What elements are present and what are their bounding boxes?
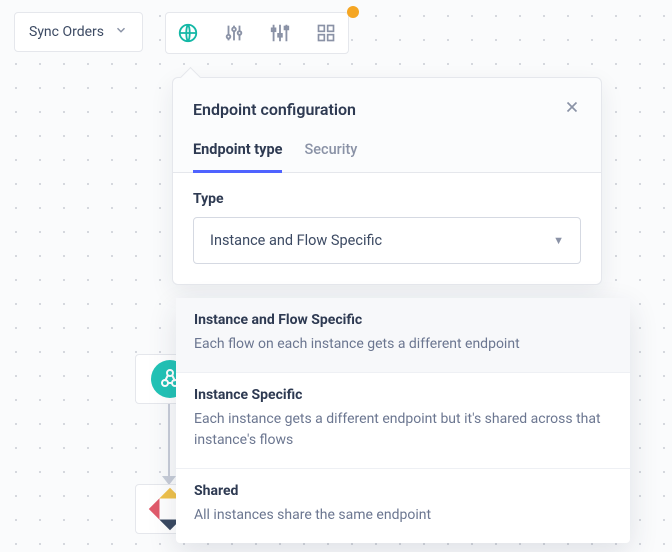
dropdown-option-shared[interactable]: Shared All instances share the same endp… xyxy=(176,468,630,543)
dropdown-option-title: Instance and Flow Specific xyxy=(194,312,612,328)
toolbar-globe-button[interactable] xyxy=(174,19,202,47)
endpoint-config-panel: Endpoint configuration Endpoint type Sec… xyxy=(172,77,602,285)
flow-selector-chip[interactable]: Sync Orders xyxy=(14,12,143,52)
tab-endpoint-type[interactable]: Endpoint type xyxy=(193,141,282,173)
close-button[interactable] xyxy=(563,98,581,121)
panel-tabs: Endpoint type Security xyxy=(173,131,601,173)
caret-down-icon: ▼ xyxy=(553,234,564,247)
dropdown-option-desc: Each instance gets a different endpoint … xyxy=(194,409,612,450)
flow-connector xyxy=(168,404,170,484)
dropdown-option-title: Shared xyxy=(194,483,612,499)
dropdown-option-desc: All instances share the same endpoint xyxy=(194,505,612,525)
type-select[interactable]: Instance and Flow Specific ▼ xyxy=(193,217,581,264)
panel-title: Endpoint configuration xyxy=(193,100,356,119)
chevron-down-icon xyxy=(114,23,128,41)
flow-selector-label: Sync Orders xyxy=(29,24,104,40)
toolbar-sliders-button[interactable] xyxy=(220,19,248,47)
dropdown-option-instance-flow[interactable]: Instance and Flow Specific Each flow on … xyxy=(176,298,630,372)
toolbar-grid-button[interactable] xyxy=(312,19,340,47)
type-dropdown-menu: Instance and Flow Specific Each flow on … xyxy=(176,298,630,543)
dropdown-option-title: Instance Specific xyxy=(194,387,612,403)
dropdown-option-desc: Each flow on each instance gets a differ… xyxy=(194,334,612,354)
canvas-toolbar xyxy=(165,12,349,54)
type-select-value: Instance and Flow Specific xyxy=(210,232,382,249)
dropdown-option-instance[interactable]: Instance Specific Each instance gets a d… xyxy=(176,372,630,468)
toolbar-equalizer-button[interactable] xyxy=(266,19,294,47)
unsaved-indicator-icon xyxy=(347,6,359,18)
type-field-label: Type xyxy=(193,191,581,207)
tab-security[interactable]: Security xyxy=(304,141,357,172)
